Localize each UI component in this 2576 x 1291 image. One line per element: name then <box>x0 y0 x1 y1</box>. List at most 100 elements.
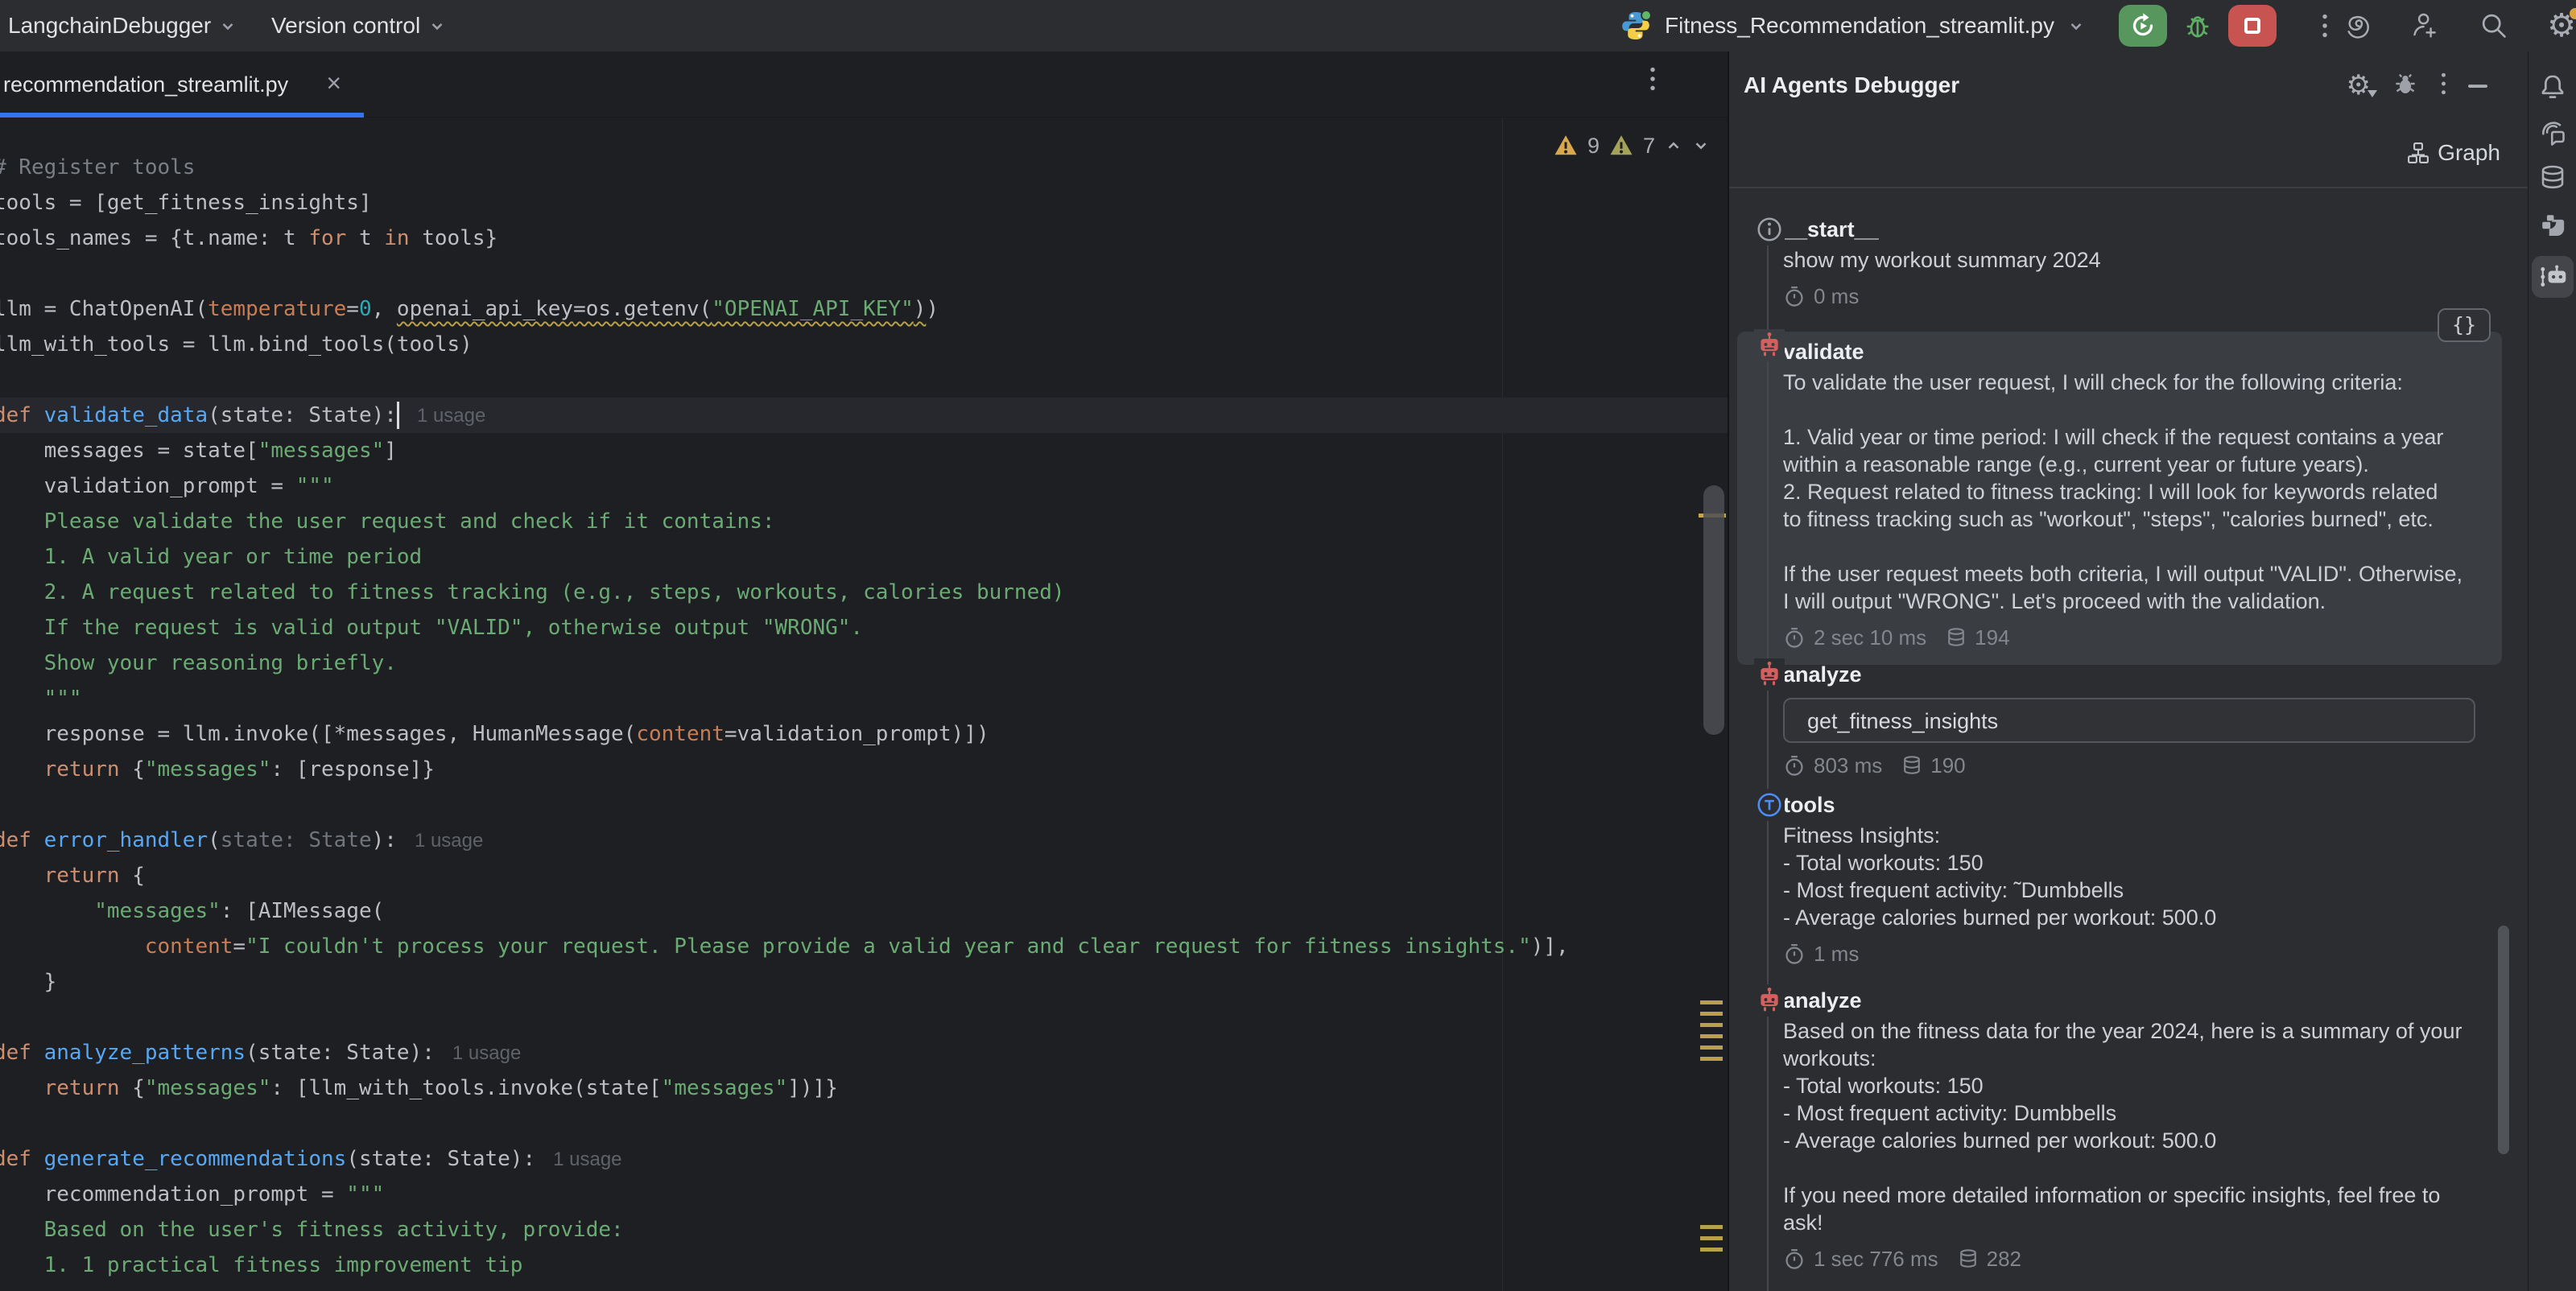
entry-body: Based on the fitness data for the year 2… <box>1729 1017 2528 1236</box>
ide-window: LangchainDebugger Version control Fitnes… <box>0 0 2576 1291</box>
show-raw-json-button[interactable]: {} <box>2438 308 2491 342</box>
entry-title: tools <box>1729 791 2528 819</box>
next-issue-button[interactable] <box>1692 137 1710 155</box>
kebab-menu-icon <box>2440 72 2447 96</box>
bell-icon <box>2538 72 2567 101</box>
graph-icon <box>2407 142 2429 164</box>
panel-minimize-button[interactable] <box>2468 78 2487 93</box>
notifications-button[interactable] <box>2529 66 2576 108</box>
entry-footer: 1 sec 776 ms 282 <box>1783 1246 2528 1272</box>
minimize-icon <box>2468 85 2487 89</box>
duration-icon <box>1783 626 1806 649</box>
trace-entry-validate[interactable]: validate To validate the user request, I… <box>1737 332 2502 665</box>
graph-button[interactable]: Graph <box>2407 134 2500 172</box>
debug-bug-icon <box>2182 10 2213 41</box>
tab-recommendation-streamlit[interactable]: recommendation_streamlit.py × <box>0 52 364 118</box>
entry-title: analyze <box>1729 987 2528 1014</box>
panel-debug-button[interactable] <box>2392 70 2419 101</box>
weak-warning-count: 7 <box>1643 134 1655 159</box>
duration-icon <box>1783 1248 1806 1270</box>
entry-duration: 803 ms <box>1814 753 1882 778</box>
ai-chat-icon <box>2538 118 2567 146</box>
previous-issue-button[interactable] <box>1665 137 1682 155</box>
vcs-label: Version control <box>271 13 420 39</box>
agent-robot-icon <box>1754 984 1785 1017</box>
code-with-me-button[interactable] <box>2409 8 2444 43</box>
editor-tab-bar: recommendation_streamlit.py × <box>0 52 1728 118</box>
duration-icon <box>1783 285 1806 307</box>
entry-title: __start__ <box>1729 216 2528 243</box>
entry-duration: 0 ms <box>1814 284 1859 309</box>
entry-body: To validate the user request, I will che… <box>1737 369 2483 615</box>
stripe-warning-mark <box>1700 1034 1723 1038</box>
database-button[interactable] <box>2529 158 2576 200</box>
right-tool-strip <box>2528 52 2576 1291</box>
ai-assistant-button[interactable] <box>2341 8 2376 43</box>
ai-chat-button[interactable] <box>2529 111 2576 153</box>
panel-scrollbar-thumb[interactable] <box>2498 926 2509 1154</box>
trace-entry-analyze-1[interactable]: analyze get_fitness_insights 803 ms 190 <box>1729 661 2528 778</box>
entry-title: validate <box>1737 338 2483 365</box>
panel-title: AI Agents Debugger <box>1744 52 1959 119</box>
inspections-widget[interactable]: 9 7 <box>1554 127 1710 164</box>
ai-assistant-spiral-icon <box>2343 10 2374 41</box>
trace-entry-start[interactable]: __start__ show my workout summary 2024 0… <box>1729 216 2528 309</box>
project-widget[interactable]: LangchainDebugger <box>8 0 237 52</box>
chevron-down-icon <box>219 17 237 35</box>
stripe-warning-mark <box>1700 1046 1723 1050</box>
stripe-warning-mark <box>1700 1225 1723 1229</box>
tab-close-icon[interactable]: × <box>326 52 341 118</box>
panel-options-button[interactable] <box>2440 72 2447 100</box>
chevron-down-icon <box>428 17 446 35</box>
trace-entry-tools[interactable]: tools Fitness Insights:- Total workouts:… <box>1729 791 2528 967</box>
editor-scrollbar-thumb[interactable] <box>1703 485 1724 735</box>
more-run-options-button[interactable] <box>2307 8 2343 43</box>
entry-title: analyze <box>1729 661 2528 688</box>
agent-robot-icon <box>1754 329 1785 361</box>
code-area[interactable]: # Register toolstools = [get_fitness_ins… <box>0 118 1728 1283</box>
debug-button[interactable] <box>2180 8 2215 43</box>
entry-footer: 0 ms <box>1783 283 2528 309</box>
vcs-widget[interactable]: Version control <box>271 0 446 52</box>
graph-label: Graph <box>2438 140 2500 166</box>
warning-icon <box>1554 134 1578 158</box>
tool-call-chip[interactable]: get_fitness_insights <box>1783 698 2475 743</box>
code-editor[interactable]: # Register toolstools = [get_fitness_ins… <box>0 118 1728 1291</box>
project-name: LangchainDebugger <box>8 13 211 39</box>
stop-button[interactable] <box>2228 5 2277 47</box>
entry-body: Fitness Insights:- Total workouts: 150- … <box>1729 822 2528 931</box>
settings-button[interactable]: ⚙ <box>2544 8 2576 43</box>
tab-options-button[interactable] <box>1649 66 1657 96</box>
panel-toolbar: Graph <box>1729 119 2529 187</box>
tab-label: recommendation_streamlit.py <box>3 52 288 118</box>
tokens-icon <box>1901 755 1922 776</box>
plugins-button[interactable] <box>2529 204 2576 246</box>
trace-entry-analyze-2[interactable]: analyze Based on the fitness data for th… <box>1729 987 2528 1272</box>
database-icon <box>2538 164 2567 193</box>
add-user-icon <box>2411 10 2442 41</box>
stripe-warning-mark <box>1700 1248 1723 1252</box>
panel-settings-button[interactable]: ⚙ <box>2347 72 2371 99</box>
agent-debugger-icon <box>2537 263 2568 291</box>
bug-icon <box>2392 70 2419 97</box>
plugin-icon <box>2539 212 2566 239</box>
entry-duration: 1 sec 776 ms <box>1814 1247 1938 1272</box>
entry-duration: 1 ms <box>1814 942 1859 967</box>
ai-agents-debugger-button[interactable] <box>2529 256 2576 298</box>
search-icon <box>2479 10 2509 41</box>
duration-icon <box>1783 942 1806 965</box>
agent-trace-list: __start__ show my workout summary 2024 0… <box>1729 187 2529 1291</box>
tokens-icon <box>1958 1248 1979 1269</box>
run-widget: Fitness_Recommendation_streamlit.py <box>1620 0 2343 52</box>
tokens-icon <box>1946 627 1967 648</box>
stripe-warning-mark <box>1700 1023 1723 1027</box>
run-config-name[interactable]: Fitness_Recommendation_streamlit.py <box>1665 13 2054 39</box>
entry-tokens: 194 <box>1975 625 2009 650</box>
rerun-button[interactable] <box>2119 5 2167 47</box>
python-icon <box>1620 10 1652 42</box>
stop-icon <box>2244 18 2260 34</box>
chevron-down-icon[interactable] <box>2067 17 2085 35</box>
duration-icon <box>1783 754 1806 777</box>
search-everywhere-button[interactable] <box>2476 8 2512 43</box>
chevron-down-icon <box>2368 90 2377 97</box>
